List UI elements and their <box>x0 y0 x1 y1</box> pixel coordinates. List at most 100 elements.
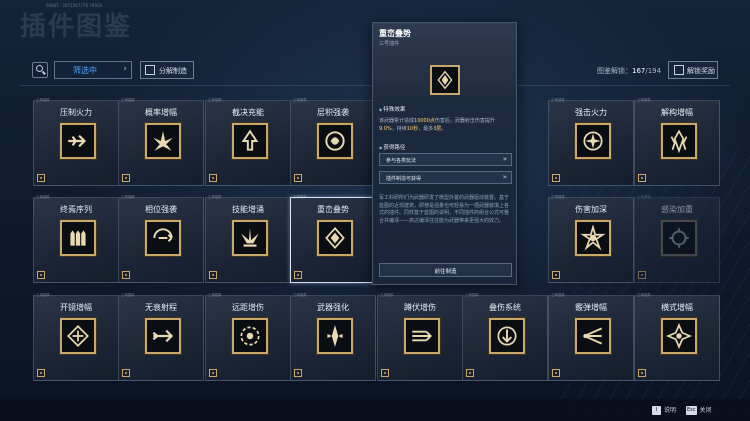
plugin-card[interactable]: 三号插件 霰弹增幅 <box>548 293 634 381</box>
footer-bar <box>0 399 750 421</box>
chevron-right-icon: › <box>123 64 127 74</box>
plugin-card[interactable]: 三号插件武器强化 <box>290 293 376 381</box>
plugin-tier-tag: 三号插件 <box>36 293 50 297</box>
close-key: Esc <box>686 406 697 415</box>
rarity-badge-icon <box>37 271 45 279</box>
rarity-badge-icon <box>552 271 560 279</box>
help-hint[interactable]: I 说明 <box>652 405 676 415</box>
codex-unlocked: 167 <box>632 67 646 75</box>
help-key: I <box>652 406 661 415</box>
popup-title: 重峦叠势 <box>379 29 411 38</box>
plugin-card[interactable]: 三号插件无衰射程 <box>118 293 204 381</box>
double-chevron-icon: » <box>502 173 507 181</box>
close-hint[interactable]: Esc 关闭 <box>686 405 712 415</box>
rarity-badge-icon <box>37 369 45 377</box>
plugin-tier-tag: 三号插件 <box>637 293 651 297</box>
plugin-tier-tag: 三号插件 <box>36 195 50 199</box>
plugin-tier-tag: 三号插件 <box>465 293 479 297</box>
dash-arrows-icon <box>404 318 440 354</box>
plugin-card[interactable]: 三号插件 远距增伤 <box>205 293 291 381</box>
plugin-name: 伤害加深 <box>575 205 607 214</box>
plugin-name: 层积强袭 <box>317 108 349 117</box>
plugin-tier-tag: 三号插件 <box>121 293 135 297</box>
go-craft-button[interactable]: 前往制造 <box>379 263 512 277</box>
plugin-card[interactable]: 三号插件 伤害加深 <box>548 195 634 283</box>
plugin-tier-tag: 三号插件 <box>293 98 307 102</box>
rarity-badge-icon <box>552 369 560 377</box>
plugin-tier-tag: 三号插件 <box>380 293 394 297</box>
plugin-name: 远距增伤 <box>232 303 264 312</box>
plugin-name: 感染加重 <box>661 205 693 214</box>
plugin-tier-tag: 三号插件 <box>293 293 307 297</box>
down-arrow-ring-icon <box>489 318 525 354</box>
rarity-badge-icon <box>122 174 130 182</box>
plugin-card[interactable]: 三号插件 蹲伏增伤 <box>377 293 463 381</box>
plugin-card[interactable]: 三号插件技能增涌 <box>205 195 291 283</box>
effect-text: 该武器累计造成10000点伤害后，武器射击伤害提升9.0%，持续10秒，最多3层… <box>379 118 495 132</box>
star-diamond-icon <box>661 318 697 354</box>
plugin-card[interactable]: 三号插件层积强袭 <box>290 98 376 186</box>
plugin-tier-tag: 三号插件 <box>121 195 135 199</box>
plugin-card[interactable]: 三号插件 压制火力 <box>33 98 119 186</box>
infection-icon <box>661 220 697 256</box>
plugin-card[interactable]: 三号插件 叠伤系统 <box>462 293 548 381</box>
plugin-card[interactable]: 三号插件 重峦叠势 <box>290 195 376 283</box>
plugin-card[interactable]: 三号插件 解构增幅 <box>634 98 720 186</box>
close-label: 关闭 <box>699 407 712 414</box>
decompose-button[interactable]: 分解制造 <box>140 61 194 79</box>
rarity-badge-icon <box>294 271 302 279</box>
rarity-badge-icon <box>294 369 302 377</box>
plugin-tier-tag: 三号插件 <box>121 98 135 102</box>
plugin-detail-popup: 重峦叠势 三号插件 特殊效果 该武器累计造成10000点伤害后，武器射击伤害提升… <box>372 22 517 285</box>
plugin-name: 横式增幅 <box>661 303 693 312</box>
decompose-icon <box>145 65 155 75</box>
shield-swirl-icon <box>317 123 353 159</box>
unlock-reward-button[interactable]: 解锁奖励 <box>668 61 718 79</box>
plugin-card[interactable]: 三号插件 截决充能 <box>205 98 291 186</box>
route-button-activities[interactable]: 参与各类玩法 » <box>379 153 512 166</box>
route-button-crafting[interactable]: 插件制造可获得 » <box>379 171 512 184</box>
plugin-card[interactable]: 三号插件 开镜增幅 <box>33 293 119 381</box>
filter-label: 筛选中 <box>73 66 97 75</box>
plugin-card[interactable]: 三号插件 相位强袭 <box>118 195 204 283</box>
plugin-card[interactable]: 三号插件 感染加重 <box>634 195 720 283</box>
plugin-name: 无衰射程 <box>145 303 177 312</box>
plugin-name: 武器强化 <box>317 303 349 312</box>
plugin-tier-tag: 三号插件 <box>208 98 222 102</box>
plugin-tier-tag: 三号插件 <box>36 98 50 102</box>
plugin-tier-tag: 三号插件 <box>208 195 222 199</box>
double-chevron-icon: » <box>502 155 507 163</box>
spike-fountain-icon <box>232 220 268 256</box>
plugin-card[interactable]: 三号插件终焉序列 <box>33 195 119 283</box>
plugin-name: 技能增涌 <box>232 205 264 214</box>
player-id: 66885 · 2871067776 76929 <box>46 3 102 8</box>
search-button[interactable] <box>32 62 48 78</box>
impact-star-icon <box>575 220 611 256</box>
target-star-icon <box>575 123 611 159</box>
plugin-name: 概率增幅 <box>145 108 177 117</box>
crown-up-icon <box>232 123 268 159</box>
plugin-card[interactable]: 三号插件概率增幅 <box>118 98 204 186</box>
rarity-badge-icon <box>122 271 130 279</box>
filter-dropdown[interactable]: 筛选中 › <box>54 61 132 79</box>
scope-diamond-icon <box>60 318 96 354</box>
codex-progress: 图鉴解锁：167/194 <box>597 67 662 75</box>
gift-icon <box>674 65 684 75</box>
rarity-badge-icon <box>209 369 217 377</box>
long-arrow-icon <box>145 318 181 354</box>
range-ring-icon <box>232 318 268 354</box>
bullets-icon <box>60 220 96 256</box>
rarity-badge-icon <box>122 369 130 377</box>
rarity-badge-icon <box>638 174 646 182</box>
plugin-card[interactable]: 三号插件横式增幅 <box>634 293 720 381</box>
plugin-tier-tag: 三号插件 <box>551 293 565 297</box>
plugin-card[interactable]: 三号插件 强击火力 <box>548 98 634 186</box>
popup-description: 军工科研所们为武器研发了微型外置的武器驱动装置。基于蓝图的近现建筑，即使是强量也… <box>379 195 510 224</box>
plugin-name: 终焉序列 <box>60 205 92 214</box>
popup-header: 重峦叠势 三号插件 <box>373 23 516 98</box>
help-label: 说明 <box>664 407 677 414</box>
plugin-name: 解构增幅 <box>661 108 693 117</box>
rarity-badge-icon <box>381 369 389 377</box>
rarity-badge-icon <box>466 369 474 377</box>
plugin-tier-tag: 三号插件 <box>551 98 565 102</box>
